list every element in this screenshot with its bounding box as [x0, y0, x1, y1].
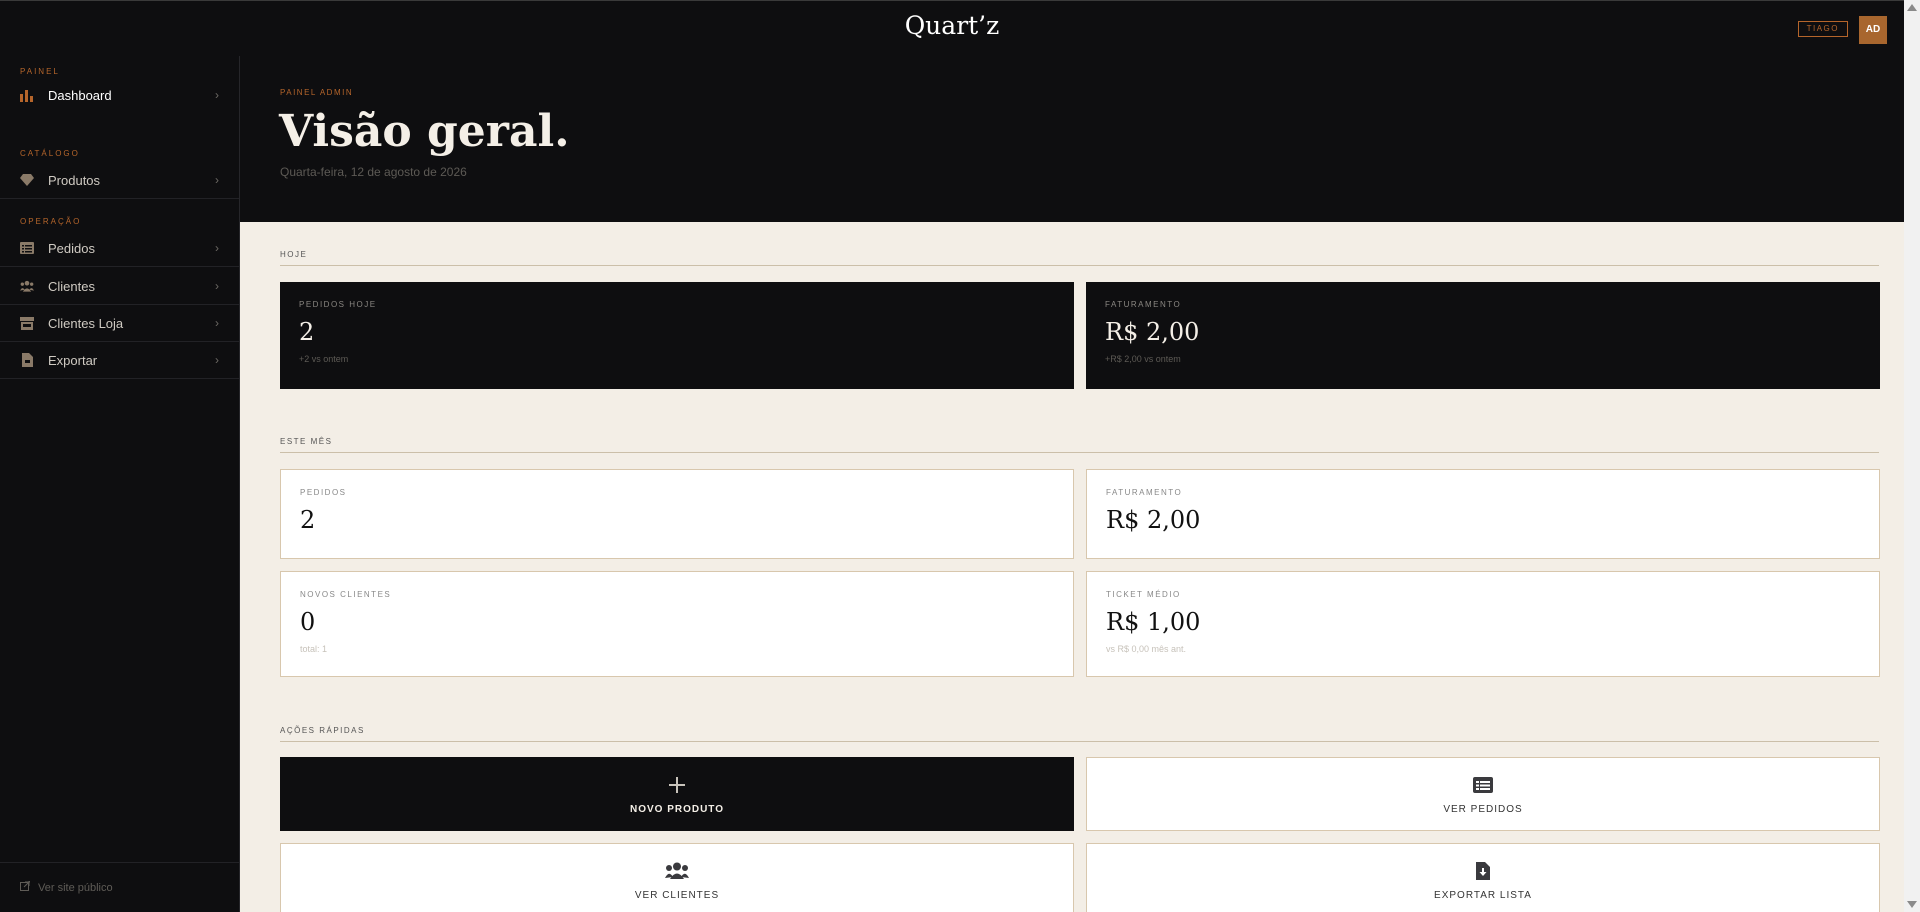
vertical-scrollbar[interactable] — [1904, 0, 1920, 912]
sidebar-item-pedidos[interactable]: Pedidos › — [0, 230, 239, 267]
sidebar-item-produtos[interactable]: Produtos › — [0, 162, 239, 199]
card-average-ticket: TICKET MÉDIO R$ 1,00 vs R$ 0,00 mês ant. — [1086, 571, 1880, 677]
sidebar-item-clientes[interactable]: Clientes › — [0, 268, 239, 305]
dashboard-main: HOJE PEDIDOS HOJE 2 +2 vs ontem FATURAME… — [240, 222, 1904, 912]
page-eyebrow: PAINEL ADMIN — [280, 88, 354, 97]
chevron-right-icon: › — [215, 316, 219, 330]
card-label: TICKET MÉDIO — [1106, 590, 1181, 599]
card-value: 0 — [300, 608, 316, 636]
scroll-up-icon[interactable] — [1907, 4, 1917, 11]
chevron-right-icon: › — [215, 241, 219, 255]
export-list-button[interactable]: EXPORTAR LISTA — [1086, 843, 1880, 912]
sidebar-item-label: Clientes Loja — [48, 315, 124, 331]
card-value: 2 — [300, 506, 316, 534]
view-orders-button[interactable]: VER PEDIDOS — [1086, 757, 1880, 831]
sidebar-section-operacao: OPERAÇÃO — [20, 217, 82, 226]
page-title: Visão geral. — [279, 106, 570, 157]
card-revenue-today: FATURAMENTO R$ 2,00 +R$ 2,00 vs ontem — [1086, 282, 1880, 389]
card-label: PEDIDOS HOJE — [299, 300, 377, 309]
sidebar: PAINEL Dashboard › CATÁLOGO Produtos › O… — [0, 56, 240, 912]
view-public-site-label: Ver site público — [38, 881, 113, 894]
external-link-icon — [20, 880, 31, 894]
sidebar-section-painel: PAINEL — [20, 67, 60, 76]
section-month-label: ESTE MÊS — [280, 437, 1879, 453]
card-label: FATURAMENTO — [1106, 488, 1183, 497]
card-new-customers: NOVOS CLIENTES 0 total: 1 — [280, 571, 1074, 677]
sidebar-item-clientes-loja[interactable]: Clientes Loja › — [0, 305, 239, 342]
list-icon — [1473, 774, 1493, 796]
card-value: 2 — [299, 318, 315, 346]
section-today-label: HOJE — [280, 250, 1879, 266]
sidebar-item-label: Pedidos — [48, 240, 95, 256]
bar-chart-icon — [20, 89, 34, 103]
scroll-down-icon[interactable] — [1907, 901, 1917, 908]
brand-logo[interactable]: Quart’z — [0, 11, 1904, 40]
chevron-right-icon: › — [215, 279, 219, 293]
chevron-right-icon: › — [215, 173, 219, 187]
card-sub: +2 vs ontem — [299, 354, 349, 364]
card-sub: total: 1 — [300, 644, 328, 654]
file-export-icon — [20, 353, 34, 367]
sidebar-item-label: Produtos — [48, 172, 101, 188]
view-customers-label: VER CLIENTES — [634, 889, 720, 901]
top-bar: Quart’z TIAGO AD — [0, 0, 1904, 56]
page-header: PAINEL ADMIN Visão geral. Quarta-feira, … — [240, 56, 1904, 222]
sidebar-section-catalogo: CATÁLOGO — [20, 149, 80, 158]
sidebar-item-label: Exportar — [48, 352, 98, 368]
card-value: R$ 1,00 — [1106, 608, 1201, 636]
card-orders-month: PEDIDOS 2 — [280, 469, 1074, 559]
export-list-label: EXPORTAR LISTA — [1434, 889, 1532, 901]
view-public-site-link[interactable]: Ver site público — [0, 862, 239, 912]
view-customers-button[interactable]: VER CLIENTES — [280, 843, 1074, 912]
store-icon — [20, 316, 34, 330]
sidebar-item-exportar[interactable]: Exportar › — [0, 342, 239, 379]
card-label: FATURAMENTO — [1105, 300, 1182, 309]
new-product-label: NOVO PRODUTO — [629, 803, 725, 815]
gem-icon — [20, 173, 34, 187]
card-label: NOVOS CLIENTES — [300, 590, 392, 599]
new-product-button[interactable]: NOVO PRODUTO — [280, 757, 1074, 831]
card-value: R$ 2,00 — [1105, 318, 1200, 346]
users-icon — [665, 860, 689, 882]
user-name-chip[interactable]: TIAGO — [1797, 21, 1848, 37]
card-label: PEDIDOS — [300, 488, 347, 497]
file-download-icon — [1476, 860, 1490, 882]
card-sub: vs R$ 0,00 mês ant. — [1106, 644, 1187, 654]
sidebar-item-dashboard[interactable]: Dashboard › — [0, 77, 239, 114]
sidebar-item-label: Clientes — [48, 278, 95, 294]
card-value: R$ 2,00 — [1106, 506, 1201, 534]
plus-icon — [669, 774, 685, 796]
card-orders-today: PEDIDOS HOJE 2 +2 vs ontem — [280, 282, 1074, 389]
view-orders-label: VER PEDIDOS — [1443, 803, 1523, 815]
list-icon — [20, 241, 34, 255]
avatar[interactable]: AD — [1859, 16, 1887, 44]
page-date: Quarta-feira, 12 de agosto de 2026 — [280, 165, 467, 179]
card-revenue-month: FATURAMENTO R$ 2,00 — [1086, 469, 1880, 559]
sidebar-item-label: Dashboard — [48, 88, 112, 103]
chevron-right-icon: › — [215, 353, 219, 367]
section-quick-actions-label: AÇÕES RÁPIDAS — [280, 726, 1879, 742]
chevron-right-icon: › — [215, 88, 219, 102]
users-icon — [20, 279, 34, 293]
card-sub: +R$ 2,00 vs ontem — [1105, 354, 1181, 364]
